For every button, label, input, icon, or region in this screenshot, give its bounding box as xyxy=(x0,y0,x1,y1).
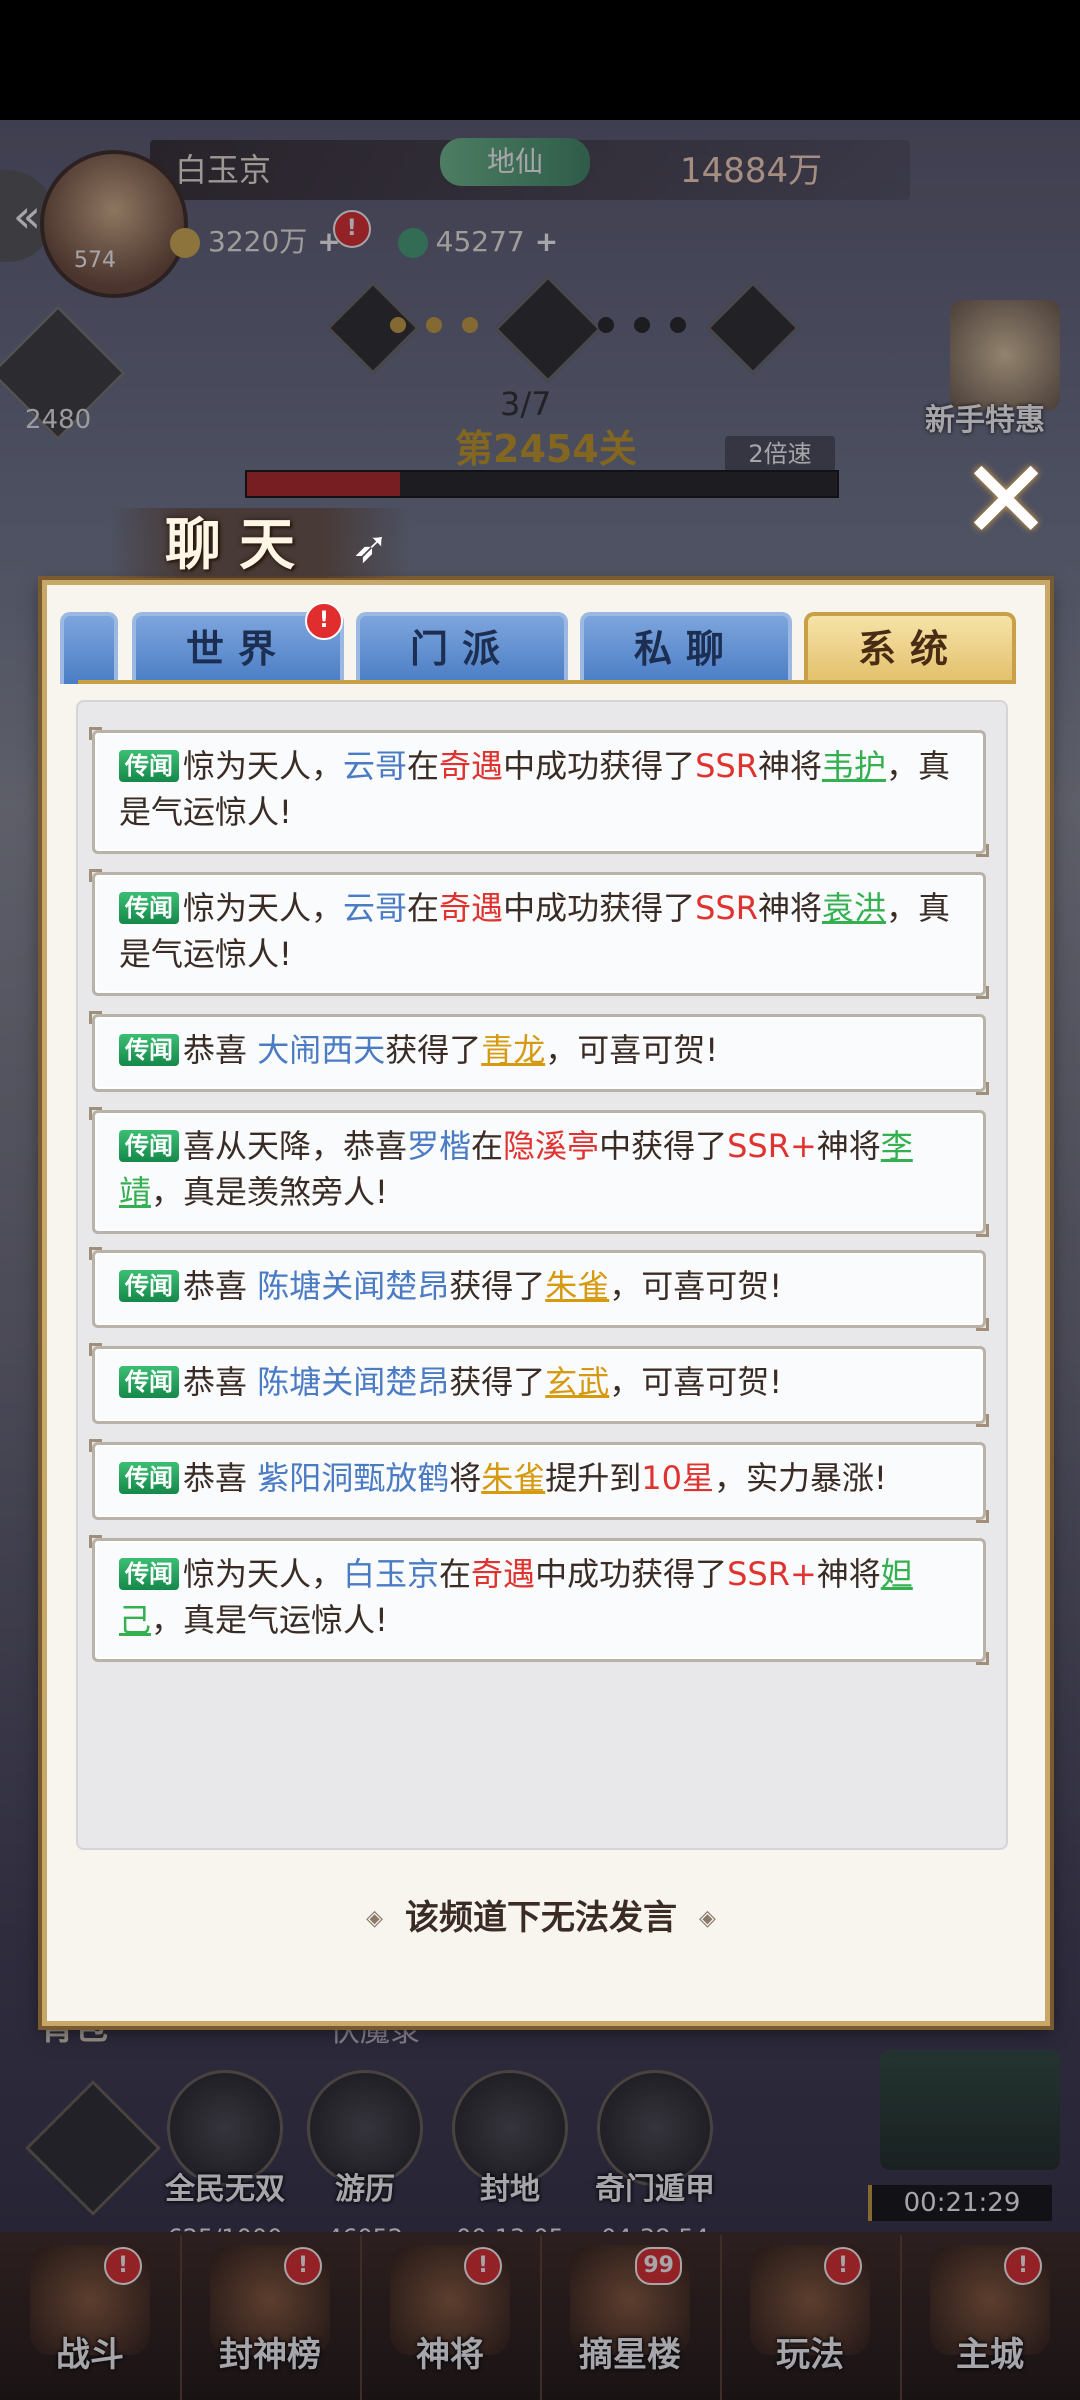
msg-text: ，真是气运惊人! xyxy=(151,1601,388,1639)
tab-private[interactable]: 私聊 xyxy=(580,612,792,684)
chat-title: 聊天 xyxy=(165,512,313,578)
star-level: 10星 xyxy=(641,1459,714,1497)
msg-text: 获得了 xyxy=(449,1363,546,1401)
msg-text: 将 xyxy=(449,1459,482,1497)
rumor-tag: 传闻 xyxy=(119,750,179,782)
player-link[interactable]: 陈塘关闻楚昂 xyxy=(257,1267,449,1305)
msg-text: 中成功获得了 xyxy=(503,747,696,785)
hero-link[interactable]: 青龙 xyxy=(481,1031,545,1069)
player-link[interactable]: 大闹西天 xyxy=(257,1031,385,1069)
msg-text: 神将 xyxy=(816,1127,881,1165)
list-item: 传闻 惊为天人，白玉京在奇遇中成功获得了SSR+神将妲己，真是气运惊人! xyxy=(89,1535,989,1665)
msg-text: 惊为天人， xyxy=(183,747,344,785)
tab-world-badge: ! xyxy=(305,602,343,640)
list-item: 传闻 恭喜 陈塘关闻楚昂获得了朱雀，可喜可贺! xyxy=(89,1247,989,1331)
tab-system[interactable]: 系统 xyxy=(804,612,1016,684)
rarity-label: SSR+ xyxy=(727,1127,817,1165)
list-item: 传闻 惊为天人，云哥在奇遇中成功获得了SSR神将袁洪，真是气运惊人! xyxy=(89,869,989,999)
msg-text: 提升到 xyxy=(545,1459,642,1497)
msg-text: 中获得了 xyxy=(599,1127,728,1165)
rumor-tag: 传闻 xyxy=(119,1366,179,1398)
list-item: 传闻 惊为天人，云哥在奇遇中成功获得了SSR神将韦护，真是气运惊人! xyxy=(89,727,989,857)
list-item: 传闻 恭喜 紫阳洞甄放鹤将朱雀提升到10星，实力暴涨! xyxy=(89,1439,989,1523)
rumor-tag: 传闻 xyxy=(119,1270,179,1302)
cannot-speak-notice: 该频道下无法发言 xyxy=(405,1898,677,1938)
tab-hidden-left[interactable] xyxy=(60,612,118,684)
msg-text: 神将 xyxy=(757,889,822,927)
msg-text: 中成功获得了 xyxy=(503,889,696,927)
rumor-tag: 传闻 xyxy=(119,1462,179,1494)
rumor-tag: 传闻 xyxy=(119,1130,179,1162)
player-link[interactable]: 陈塘关闻楚昂 xyxy=(257,1363,449,1401)
brush-icon: ➶ xyxy=(352,522,389,573)
rarity-label: SSR xyxy=(695,747,758,785)
hero-link[interactable]: 玄武 xyxy=(545,1363,609,1401)
msg-text: 获得了 xyxy=(385,1031,482,1069)
msg-text: 在 xyxy=(471,1127,504,1165)
msg-text: 在 xyxy=(407,747,440,785)
footer-notice: ◈ 该频道下无法发言 ◈ xyxy=(42,1890,1040,1939)
player-link[interactable]: 白玉京 xyxy=(343,1555,439,1593)
hero-link[interactable]: 袁洪 xyxy=(822,889,886,927)
msg-text: 在 xyxy=(439,1555,472,1593)
msg-text: 神将 xyxy=(757,747,822,785)
msg-text: 恭喜 xyxy=(183,1363,258,1401)
ornament-right-icon: ◈ xyxy=(699,1906,716,1931)
rarity-label: SSR+ xyxy=(727,1555,817,1593)
player-link[interactable]: 云哥 xyxy=(343,747,407,785)
tab-sect[interactable]: 门派 xyxy=(356,612,568,684)
list-item: 传闻 喜从天降，恭喜罗楷在隐溪亭中获得了SSR+神将李靖，真是羡煞旁人! xyxy=(89,1107,989,1237)
msg-text: 惊为天人， xyxy=(183,1555,344,1593)
rarity-label: SSR xyxy=(695,889,758,927)
event-name: 奇遇 xyxy=(439,747,504,785)
msg-text: 喜从天降，恭喜 xyxy=(183,1127,408,1165)
hero-link[interactable]: 朱雀 xyxy=(481,1459,545,1497)
msg-text: 惊为天人， xyxy=(183,889,344,927)
rumor-tag: 传闻 xyxy=(119,892,179,924)
msg-text: 在 xyxy=(407,889,440,927)
player-link[interactable]: 紫阳洞甄放鹤 xyxy=(257,1459,449,1497)
msg-text: ，可喜可贺! xyxy=(609,1267,783,1305)
msg-text: ，可喜可贺! xyxy=(545,1031,719,1069)
player-link[interactable]: 罗楷 xyxy=(407,1127,471,1165)
hero-link[interactable]: 韦护 xyxy=(822,747,886,785)
event-name: 奇遇 xyxy=(439,889,504,927)
rumor-tag: 传闻 xyxy=(119,1558,179,1590)
msg-text: 恭喜 xyxy=(183,1031,258,1069)
msg-text: ，实力暴涨! xyxy=(713,1459,887,1497)
list-item: 传闻 恭喜 大闹西天获得了青龙，可喜可贺! xyxy=(89,1011,989,1095)
msg-text: ，真是羡煞旁人! xyxy=(151,1173,388,1211)
player-link[interactable]: 云哥 xyxy=(343,889,407,927)
list-item: 传闻 恭喜 陈塘关闻楚昂获得了玄武，可喜可贺! xyxy=(89,1343,989,1427)
msg-text: 恭喜 xyxy=(183,1267,258,1305)
event-name: 隐溪亭 xyxy=(503,1127,600,1165)
msg-text: 中成功获得了 xyxy=(535,1555,728,1593)
tab-underline xyxy=(78,680,1014,684)
event-name: 奇遇 xyxy=(471,1555,536,1593)
ornament-left-icon: ◈ xyxy=(366,1906,383,1931)
rumor-tag: 传闻 xyxy=(119,1034,179,1066)
msg-text: 神将 xyxy=(816,1555,881,1593)
msg-text: 获得了 xyxy=(449,1267,546,1305)
hero-link[interactable]: 朱雀 xyxy=(545,1267,609,1305)
msg-text: 恭喜 xyxy=(183,1459,258,1497)
close-icon[interactable]: ✕ xyxy=(960,445,1052,555)
msg-text: ，可喜可贺! xyxy=(609,1363,783,1401)
